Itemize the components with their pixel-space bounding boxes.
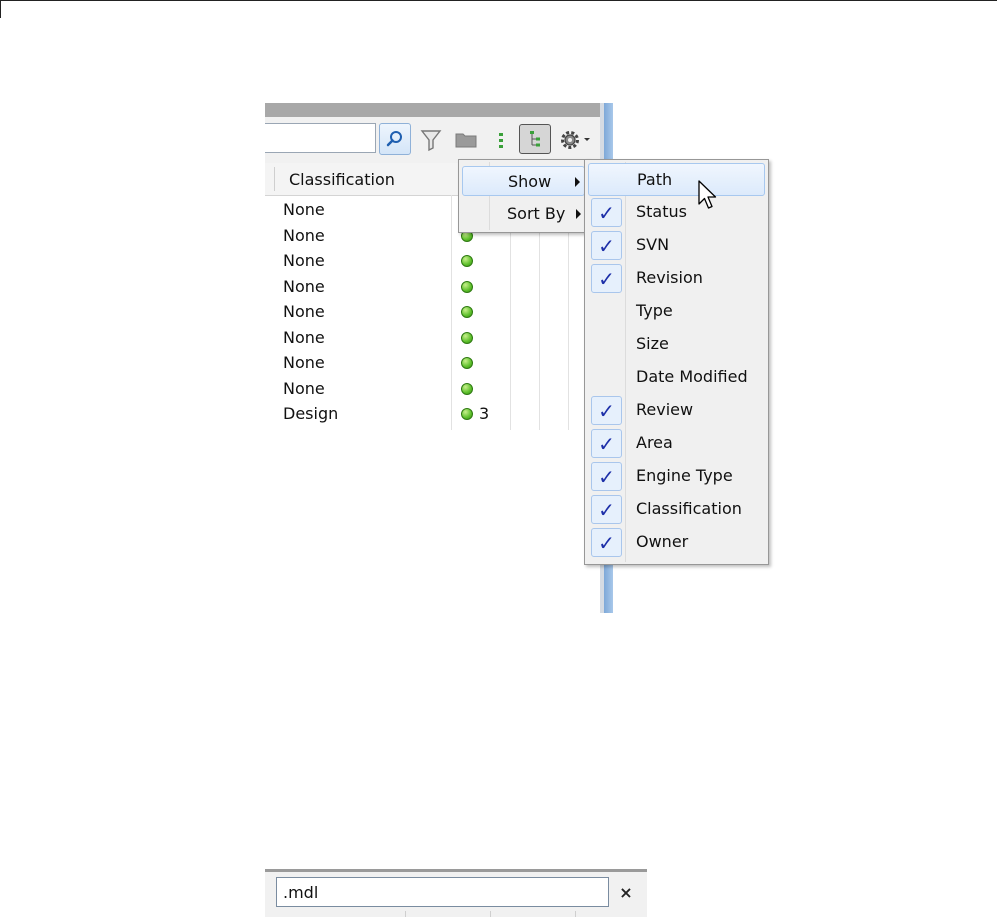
table-row[interactable]: None [265,275,600,300]
menu-item-label: Status [636,202,687,221]
menu-item-revision[interactable]: ✓ Revision [588,262,765,295]
tree-view-icon [530,131,540,147]
menu-item-sort-by[interactable]: Sort By [462,199,585,229]
classification-cell: None [283,378,325,398]
menu-item-label: Date Modified [636,367,748,386]
checkmark-icon: ✓ [591,495,622,524]
status-ok-icon [461,255,473,267]
classification-cell: None [283,200,325,219]
checkmark-icon: ✓ [591,198,622,227]
checkmark-icon: ✓ [591,264,622,293]
list-view-icon [499,133,503,148]
clear-filter-button[interactable]: × [611,877,641,907]
menu-item-engine-type[interactable]: ✓ Engine Type [588,460,765,493]
menu-item-label: Path [637,170,673,189]
menu-item-svn[interactable]: ✓ SVN [588,229,765,262]
folder-icon [455,133,477,148]
chevron-down-icon [584,138,590,141]
filter-input[interactable] [276,877,609,907]
menu-item-label: Review [636,400,694,419]
status-count: 3 [479,404,490,423]
checkmark-icon: ✓ [591,396,622,425]
checkmark-icon: ✓ [591,462,622,491]
table-row[interactable]: None [265,300,600,325]
menu-item-type[interactable]: Type [588,295,765,328]
menu-item-label: Size [636,334,669,353]
status-ok-icon [461,280,473,293]
column-divider [575,911,576,917]
gear-icon [561,131,579,149]
status-ok-icon [461,382,473,395]
menu-item-show[interactable]: Show [462,166,585,196]
list-view-button[interactable] [488,127,514,153]
menu-item-classification[interactable]: ✓ Classification [588,493,765,526]
tree-view-button[interactable] [519,124,551,154]
menu-item-label: Classification [636,499,742,518]
status-ok-icon [461,357,473,369]
menu-item-area[interactable]: ✓ Area [588,427,765,460]
menu-item-label: Type [636,301,673,320]
menu-item-owner[interactable]: ✓ Owner [588,526,765,559]
show-columns-submenu: Path ✓ Status ✓ SVN ✓ Revision Type Size… [584,159,769,565]
classification-cell: None [283,327,325,347]
table-row[interactable]: None [265,377,600,402]
classification-cell: None [283,251,325,270]
menu-item-review[interactable]: ✓ Review [588,394,765,427]
search-input[interactable] [265,123,376,153]
filter-bar: × [265,869,647,917]
menu-item-label: Sort By [507,204,566,223]
settings-context-menu: Show Sort By [458,159,589,233]
menu-item-label: Owner [636,532,689,551]
checkmark-icon: ✓ [591,429,622,458]
column-header-classification[interactable]: Classification [289,170,395,189]
search-button[interactable] [379,123,411,155]
checkmark-icon: ✓ [591,528,622,557]
table-row[interactable]: None [265,249,600,274]
filter-funnel-icon [420,130,442,152]
status-ok-icon [461,408,473,420]
panel-title-bar [265,103,600,117]
classification-cell: None [283,225,325,245]
folder-view-button[interactable] [453,127,479,153]
classification-cell: None [283,302,325,321]
filter-bar-border [265,869,647,872]
submenu-arrow-icon [575,177,580,187]
status-ok-icon [461,331,473,344]
checkmark-icon: ✓ [591,231,622,260]
filter-button[interactable] [418,127,444,153]
table-row[interactable]: None [265,351,600,376]
search-icon [386,131,402,147]
classification-cell: None [283,353,325,372]
settings-button[interactable] [557,127,593,153]
table-row[interactable]: None [265,326,600,351]
menu-item-label: Show [508,172,552,191]
menu-item-size[interactable]: Size [588,328,765,361]
toolbar [265,117,600,163]
menu-item-status[interactable]: ✓ Status [588,196,765,229]
column-divider [405,911,406,917]
classification-cell: Design [283,404,339,423]
page-corner-mark [0,0,1,18]
submenu-arrow-icon [576,209,581,219]
page-top-rule [0,0,997,1]
menu-item-label: Engine Type [636,466,733,485]
menu-item-path[interactable]: Path [588,163,765,196]
mouse-pointer-icon [698,180,717,209]
menu-item-label: Area [636,433,673,452]
classification-cell: None [283,276,325,296]
table-row[interactable]: Design 3 [265,402,600,427]
menu-item-date-modified[interactable]: Date Modified [588,361,765,394]
menu-item-label: SVN [636,235,670,254]
status-ok-icon [461,306,473,318]
menu-item-label: Revision [636,268,703,287]
header-separator [274,167,275,191]
column-divider [490,911,491,917]
